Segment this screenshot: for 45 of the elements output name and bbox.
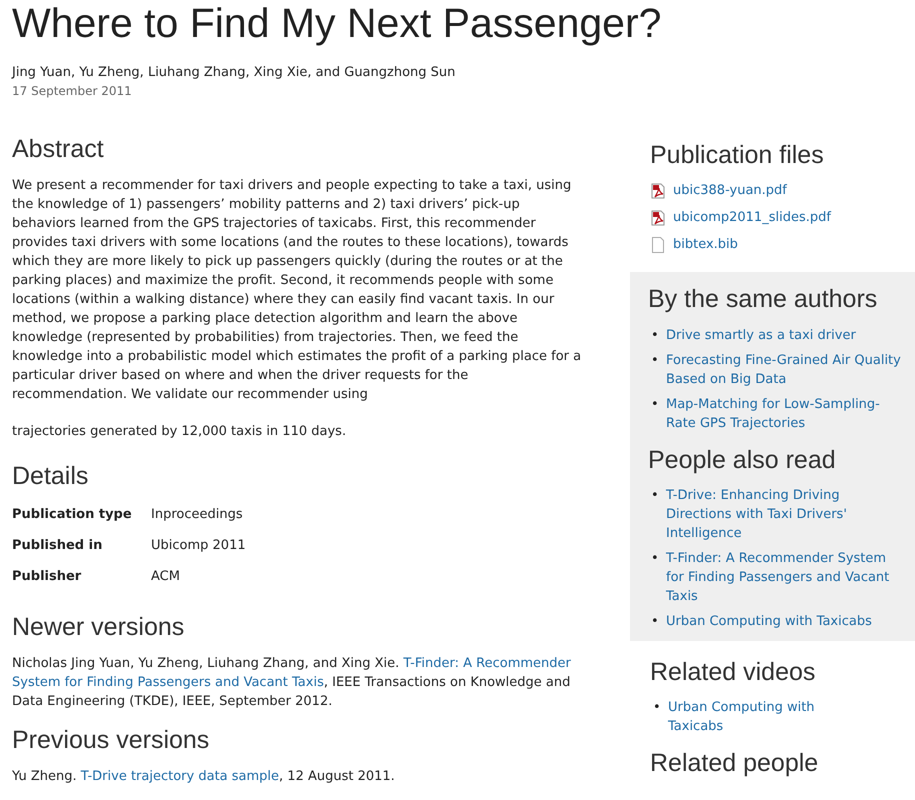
section-heading: Previous versions [12,724,210,756]
bullet: • [650,612,660,631]
section-heading: Details [12,461,90,492]
section-heading: By the same authors [648,284,878,316]
section-heading: Publication files [650,140,825,171]
bullet: • [650,326,660,344]
citation-link[interactable]: T-Finder: A Recommender [403,656,571,671]
related-link[interactable]: Drive smartly as a taxi driver [666,326,856,344]
publication-date: 17 September 2011 [11,83,133,100]
citation-link[interactable]: T-Drive trajectory data sample [80,769,280,784]
abstract-paragraph: We present a recommender for taxi drivers and people expecting to take a taxi, using the knowledge of 1) passengers’ mobility patterns and 2) taxi drivers’ pick-up behaviors learned from the GPS trajectories of taxicabs. First, this recommender provides taxi drivers with some locations (and the routes to these locations), towards which they are more likely to pick up passengers quickly (during the routes or at the parking places) and maximize the profit. Second, it recommends people with some locations (within a walking distance) where they can easily find vacant taxis. In our method, we propose a parking place detection algorithm and learn the above knowledge (represented by probabilities) from trajectories. Then, we feed the knowledge into a probabilistic model which estimates the profit of a parking place for a particular driver based on where and when the driver requests for the recommendation. We validate our recommender using [12,177,582,404]
detail-label: Published in [12,536,104,554]
citation-link[interactable]: System for Finding Passengers and Vacant Taxis [12,674,324,690]
file-icon [650,236,666,253]
section-heading: Newer versions [12,612,186,642]
related-link[interactable]: Map-Matching for Low-Sampling-Rate GPS Trajectories [666,394,905,432]
related-link[interactable]: T-Drive: Enhancing Driving Directions with Taxi Drivers' Intelligence [666,486,905,543]
bullet: • [650,550,660,568]
abstract-paragraph: trajectories generated by 12,000 taxis in 110 days. [12,423,348,442]
related-link[interactable]: T-Finder: A Recommender System for Finding Passengers and Vacant Taxis [666,548,905,606]
section-heading: Related videos [650,656,816,688]
related-link[interactable]: Forecasting Fine-Grained Air Quality Based on Big Data [666,350,905,388]
pdf-file-icon [650,210,666,226]
file-link[interactable]: ubic388-yuan.pdf [673,181,787,200]
related-link[interactable]: Urban Computing with Taxicabs [666,612,872,631]
detail-value: Inproceedings [151,506,243,524]
authors: Jing Yuan, Yu Zheng, Liuhang Zhang, Xing Xie, and Guangzhong Sun [10,64,456,82]
video-link[interactable]: Urban Computing with Taxicabs [668,698,835,736]
pdf-file-icon [650,182,666,199]
bullet: • [650,486,660,505]
citation: Yu Zheng. T-Drive trajectory data sample, 12 August 2011. [12,768,396,786]
section-heading: People also read [648,444,837,476]
citation: Nicholas Jing Yuan, Yu Zheng, Liuhang Zhang, and Xing Xie. T-Finder: A Recommender System for Finding Passengers and Vacant Taxis, IEEE Transactions on Knowledge and Data Engineering (TKDE), IEEE, September 2012. [12,654,572,711]
detail-label: Publisher [12,568,82,586]
section-heading: Abstract [12,134,105,165]
detail-label: Publication type [12,506,133,524]
page-title: Where to Find My Next Passenger? [11,0,662,46]
file-link[interactable]: ubicomp2011_slides.pdf [673,208,831,228]
bullet: • [652,699,662,717]
detail-value: Ubicomp 2011 [151,536,246,554]
bullet: • [650,396,660,414]
file-link[interactable]: bibtex.bib [673,235,738,254]
bullet: • [650,352,660,370]
section-heading: Related people [650,748,820,779]
detail-value: ACM [151,568,180,586]
